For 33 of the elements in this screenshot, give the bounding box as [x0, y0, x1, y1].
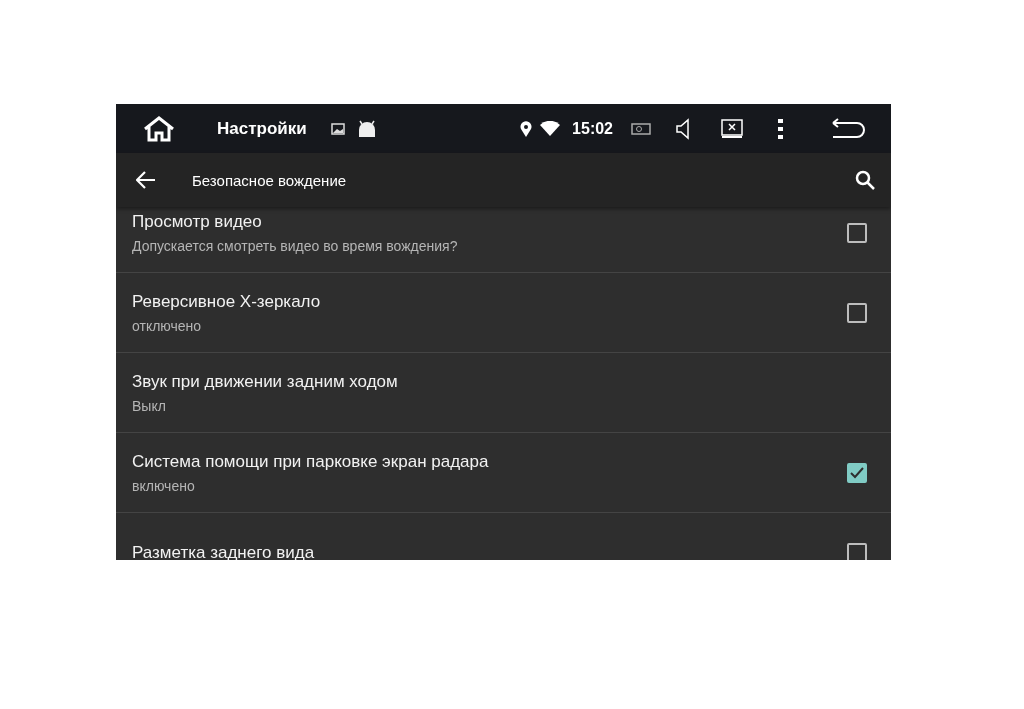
checkbox[interactable] [847, 222, 867, 243]
page-title: Безопасное вождение [192, 171, 348, 189]
camera-icon[interactable] [631, 122, 651, 135]
setting-row[interactable]: Система помощи при парковке экран радара включено [116, 433, 891, 513]
back-icon[interactable] [831, 117, 865, 140]
wifi-icon [540, 121, 561, 136]
setting-summary: включено [132, 477, 196, 494]
setting-row[interactable]: Просмотр видео Допускается смотреть видео во время вождения? [116, 207, 891, 273]
checkbox[interactable] [847, 462, 867, 483]
setting-row[interactable]: Разметка заднего вида [116, 513, 891, 560]
setting-title: Система помощи при парковке экран радара [132, 451, 490, 472]
search-icon[interactable] [855, 170, 875, 190]
checkbox[interactable] [847, 302, 867, 323]
checkbox[interactable] [847, 542, 867, 560]
setting-title: Просмотр видео [132, 211, 263, 232]
speaker-icon[interactable] [675, 117, 691, 140]
setting-title: Звук при движении задним ходом [132, 371, 399, 392]
home-icon[interactable] [142, 114, 176, 143]
setting-summary: отключено [132, 317, 203, 334]
back-arrow-icon[interactable] [136, 171, 156, 189]
setting-row[interactable]: Реверсивное Х-зеркало отключено [116, 273, 891, 353]
menu-icon[interactable] [778, 118, 784, 139]
location-icon [520, 120, 533, 137]
screen-off-icon[interactable] [721, 118, 743, 139]
app-title: Настройки [217, 118, 307, 139]
setting-title: Разметка заднего вида [132, 542, 316, 560]
clock-time: 15:02 [572, 119, 613, 138]
setting-summary: Допускается смотреть видео во время вождения? [132, 237, 459, 254]
android-icon [356, 119, 377, 138]
setting-title: Реверсивное Х-зеркало [132, 291, 322, 312]
setting-row[interactable]: Звук при движении задним ходом Выкл [116, 353, 891, 433]
image-icon [330, 122, 345, 135]
setting-summary: Выкл [132, 397, 167, 414]
